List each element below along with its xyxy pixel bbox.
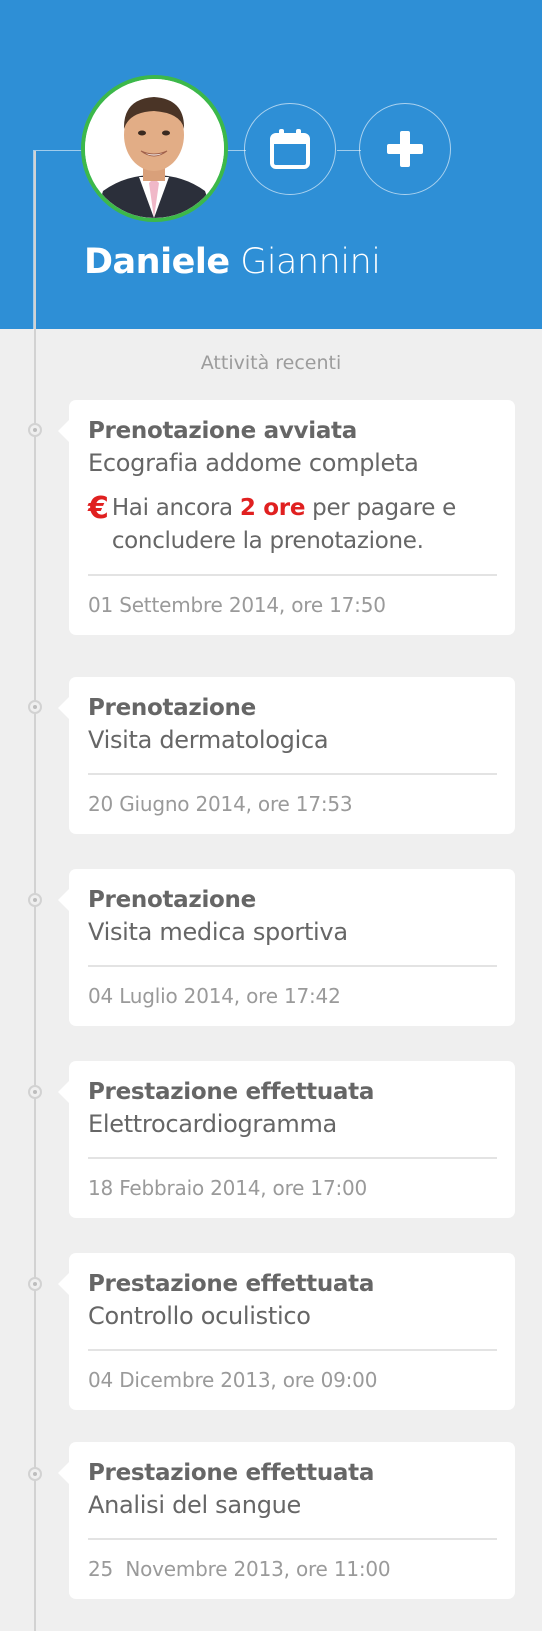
activity-card[interactable]: Prenotazione Visita medica sportiva 04 L… xyxy=(58,869,515,1026)
add-button[interactable] xyxy=(359,103,451,195)
activity-subtitle: Ecografia addome completa xyxy=(88,449,419,477)
timeline-dot xyxy=(28,1085,42,1099)
plus-icon xyxy=(387,131,423,167)
timeline-line-header xyxy=(33,150,34,330)
calendar-button[interactable] xyxy=(244,103,336,195)
timeline-dot xyxy=(28,893,42,907)
timeline-connector xyxy=(34,150,82,151)
notice-text-pre: Hai ancora xyxy=(111,495,233,521)
section-title: Attività recenti xyxy=(200,352,342,374)
activity-title: Prenotazione xyxy=(88,695,256,721)
activity-title: Prestazione effettuata xyxy=(88,1079,375,1105)
activity-subtitle: Visita medica sportiva xyxy=(88,918,348,946)
payment-notice: € Hai ancora 2 ore per pagare e conclude… xyxy=(88,492,497,558)
user-photo xyxy=(85,79,224,218)
activity-date: 20 Giugno 2014, ore 17:53 xyxy=(88,773,497,834)
euro-icon: € xyxy=(88,491,109,526)
activity-card[interactable]: Prenotazione avviata Ecografia addome co… xyxy=(58,400,515,635)
calendar-icon xyxy=(270,129,310,169)
timeline-dot xyxy=(28,1467,42,1481)
activity-date: 01 Settembre 2014, ore 17:50 xyxy=(88,574,497,635)
activity-date: 25 Novembre 2013, ore 11:00 xyxy=(88,1538,497,1599)
payment-notice-text: Hai ancora 2 ore per pagare e concludere… xyxy=(112,492,497,558)
activity-card[interactable]: Prestazione effettuata Controllo oculist… xyxy=(58,1253,515,1410)
activity-card[interactable]: Prestazione effettuata Elettrocardiogram… xyxy=(58,1061,515,1218)
activity-title: Prestazione effettuata xyxy=(88,1271,375,1297)
activity-subtitle: Controllo oculistico xyxy=(88,1302,311,1330)
avatar[interactable] xyxy=(81,75,228,222)
timeline-line xyxy=(34,151,36,1631)
user-first-name: Daniele xyxy=(84,242,230,282)
timeline-dot xyxy=(28,1277,42,1291)
activity-title: Prenotazione avviata xyxy=(88,418,357,444)
timeline-connector xyxy=(337,150,361,151)
timeline-dot xyxy=(28,700,42,714)
notice-time-remaining: 2 ore xyxy=(239,495,306,521)
activity-date: 04 Dicembre 2013, ore 09:00 xyxy=(88,1349,497,1410)
activity-title: Prestazione effettuata xyxy=(88,1460,375,1486)
activity-subtitle: Analisi del sangue xyxy=(88,1491,302,1519)
activity-subtitle: Visita dermatologica xyxy=(88,726,329,754)
activity-title: Prenotazione xyxy=(88,887,256,913)
activity-card[interactable]: Prestazione effettuata Analisi del sangu… xyxy=(58,1442,515,1599)
timeline-dot xyxy=(28,423,42,437)
activity-subtitle: Elettrocardiogramma xyxy=(88,1110,337,1138)
user-name: Daniele Giannini xyxy=(84,242,381,282)
activity-card[interactable]: Prenotazione Visita dermatologica 20 Giu… xyxy=(58,677,515,834)
activity-date: 18 Febbraio 2014, ore 17:00 xyxy=(88,1157,497,1218)
activity-date: 04 Luglio 2014, ore 17:42 xyxy=(88,965,497,1026)
user-last-name: Giannini xyxy=(240,242,381,282)
